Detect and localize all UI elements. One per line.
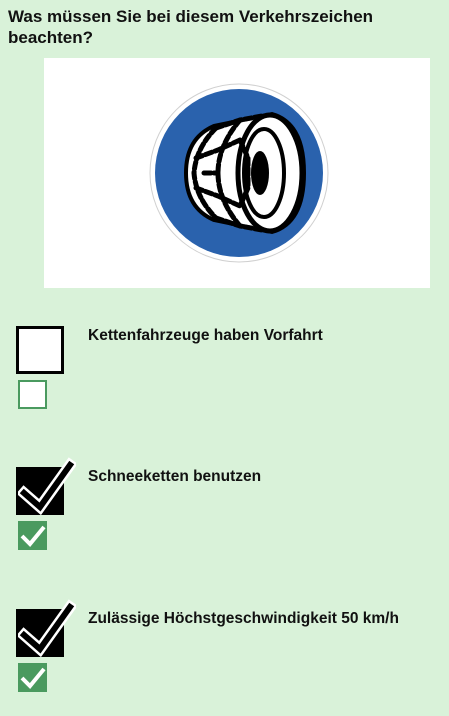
solution-checkbox <box>18 380 47 409</box>
answer-label[interactable]: Schneeketten benutzen <box>88 467 438 487</box>
answer-checkbox[interactable] <box>16 457 76 515</box>
checkmark-icon <box>20 525 46 547</box>
answer-option[interactable]: Kettenfahrzeuge haben Vorfahrt <box>0 326 449 426</box>
answer-checkbox[interactable] <box>16 599 76 657</box>
solution-checkbox <box>18 521 47 550</box>
solution-checkbox <box>18 663 47 692</box>
answer-label[interactable]: Kettenfahrzeuge haben Vorfahrt <box>88 326 438 346</box>
snow-chains-sign-icon <box>149 83 329 263</box>
checkmark-icon <box>18 457 76 515</box>
question-text: Was müssen Sie bei diesem Verkehrszeiche… <box>8 7 374 47</box>
traffic-sign-image <box>44 58 430 288</box>
answer-label[interactable]: Zulässige Höchstgeschwindigkeit 50 km/h <box>88 609 438 629</box>
checkmark-icon <box>20 667 46 689</box>
checkmark-icon <box>18 599 76 657</box>
answer-option[interactable]: Zulässige Höchstgeschwindigkeit 50 km/h <box>0 599 449 709</box>
answer-checkbox[interactable] <box>16 326 64 374</box>
answer-option[interactable]: Schneeketten benutzen <box>0 457 449 567</box>
